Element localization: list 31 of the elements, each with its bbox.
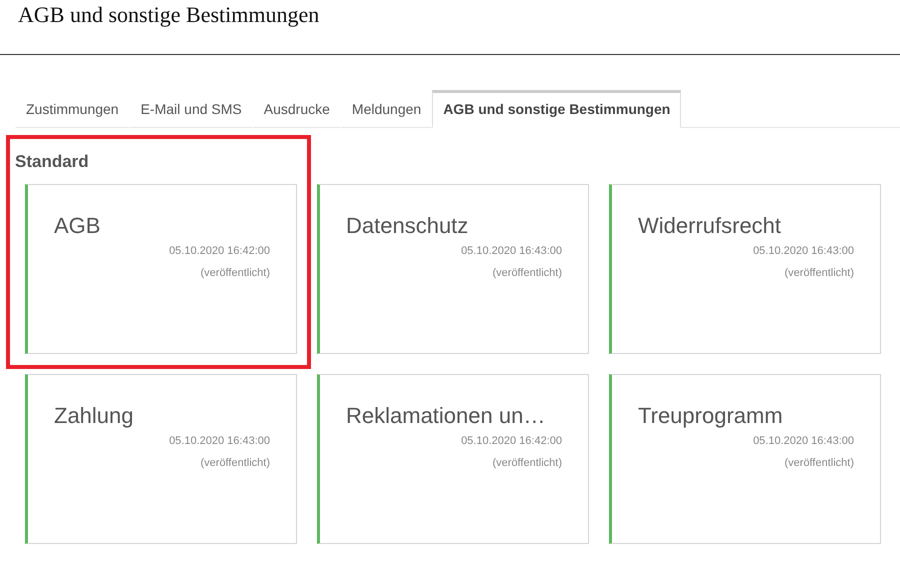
card-title: AGB xyxy=(54,213,102,239)
tab[interactable]: Meldungen xyxy=(340,90,432,128)
tab[interactable]: AGB und sonstige Bestimmungen xyxy=(432,90,682,128)
card-date: 05.10.2020 16:43:00 xyxy=(752,245,854,257)
card-status: (veröffentlicht) xyxy=(200,267,270,279)
card-date: 05.10.2020 16:43:00 xyxy=(168,435,270,447)
card-date: 05.10.2020 16:43:00 xyxy=(460,245,562,257)
page-title: AGB und sonstige Bestimmungen xyxy=(17,1,320,29)
card-status: (veröffentlicht) xyxy=(492,457,562,469)
card-title: Treuprogramm xyxy=(638,403,784,429)
card-status: (veröffentlicht) xyxy=(784,457,854,469)
document-card[interactable]: AGB 05.10.2020 16:42:00 (veröffentlicht) xyxy=(25,184,297,354)
card-title: Zahlung xyxy=(54,403,135,429)
card-status: (veröffentlicht) xyxy=(784,267,854,279)
card-title: Widerrufsrecht xyxy=(638,213,782,239)
card-date: 05.10.2020 16:42:00 xyxy=(168,245,270,257)
document-card[interactable]: Datenschutz 05.10.2020 16:43:00 (veröffentlicht) xyxy=(317,184,589,354)
document-card[interactable]: Zahlung 05.10.2020 16:43:00 (veröffentlicht) xyxy=(25,374,297,544)
section-heading: Standard xyxy=(15,152,90,173)
tab[interactable]: Zustimmungen xyxy=(15,90,130,128)
tab[interactable]: Ausdrucke xyxy=(252,90,341,128)
card-title: Datenschutz xyxy=(346,213,470,239)
document-card[interactable]: Treuprogramm 05.10.2020 16:43:00 (veröffentlicht) xyxy=(609,374,881,544)
card-status: (veröffentlicht) xyxy=(492,267,562,279)
tab[interactable]: E-Mail und SMS xyxy=(130,90,253,128)
card-date: 05.10.2020 16:43:00 xyxy=(752,435,854,447)
document-card[interactable]: Widerrufsrecht 05.10.2020 16:43:00 (veröffentlicht) xyxy=(609,184,881,354)
document-card[interactable]: Reklamationen un… 05.10.2020 16:42:00 (veröffentlicht) xyxy=(317,374,589,544)
card-date: 05.10.2020 16:42:00 xyxy=(460,435,562,447)
card-status: (veröffentlicht) xyxy=(200,457,270,469)
card-title: Reklamationen un… xyxy=(346,403,546,429)
